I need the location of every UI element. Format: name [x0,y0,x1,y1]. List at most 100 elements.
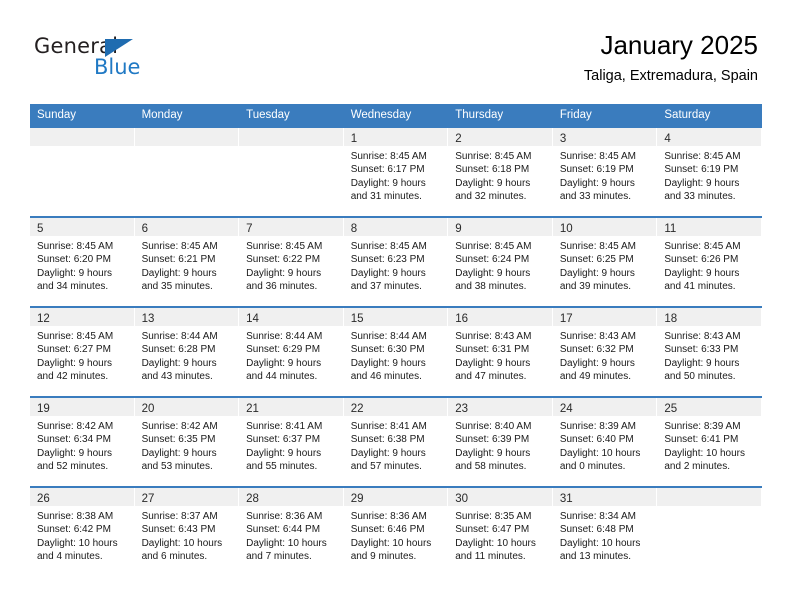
calendar-day-cell[interactable]: 2 Sunrise: 8:45 AM Sunset: 6:18 PM Daylight… [448,126,553,217]
sunrise-text: Sunrise: 8:36 AM [350,511,427,522]
daylight-text-line1: Daylight: 9 hours [246,447,322,459]
sunset-text: Sunset: 6:24 PM [455,254,530,266]
calendar-day-cell[interactable]: 3 Sunrise: 8:45 AM Sunset: 6:19 PM Daylight… [552,126,658,217]
day-number: 12 [37,313,50,325]
day-cell-body: Sunrise: 8:40 AM Sunset: 6:39 PM Daylight:… [448,416,553,473]
day-cell-body: Sunrise: 8:44 AM Sunset: 6:30 PM Daylight:… [344,326,449,383]
day-number: 6 [141,223,148,235]
daylight-text-line1: Daylight: 9 hours [37,357,113,369]
day-number-band: 15 [343,308,449,326]
day-number: 1 [350,133,358,145]
day-number: 19 [37,403,50,415]
calendar-day-cell[interactable]: 21 Sunrise: 8:41 AM Sunset: 6:37 PM Dayligh… [239,396,344,487]
weekday-header-monday: Monday [134,104,240,127]
calendar-day-cell[interactable]: 18 Sunrise: 8:43 AM Sunset: 6:33 PM Dayligh… [657,306,762,397]
sunrise-text: Sunrise: 8:45 AM [455,151,532,162]
day-cell-body: Sunrise: 8:45 AM Sunset: 6:26 PM Daylight:… [657,236,762,293]
calendar-day-cell[interactable]: 9 Sunrise: 8:45 AM Sunset: 6:24 PM Daylight… [448,216,553,307]
sunrise-text: Sunrise: 8:44 AM [246,331,323,342]
sunrise-text: Sunrise: 8:35 AM [455,511,532,522]
calendar-day-cell[interactable]: 29 Sunrise: 8:36 AM Sunset: 6:46 PM Dayligh… [343,486,449,576]
day-cell-body: Sunrise: 8:45 AM Sunset: 6:27 PM Daylight:… [30,326,135,383]
calendar-day-cell[interactable]: 22 Sunrise: 8:41 AM Sunset: 6:38 PM Dayligh… [343,396,449,487]
sunrise-text: Sunrise: 8:45 AM [559,241,636,252]
day-cell-body: Sunrise: 8:45 AM Sunset: 6:17 PM Daylight:… [344,146,449,203]
sunrise-text: Sunrise: 8:43 AM [559,331,636,342]
calendar-day-cell[interactable]: 8 Sunrise: 8:45 AM Sunset: 6:23 PM Daylight… [343,216,449,307]
calendar-day-cell[interactable]: 28 Sunrise: 8:36 AM Sunset: 6:44 PM Dayligh… [239,486,344,576]
day-cell-body: Sunrise: 8:43 AM Sunset: 6:31 PM Daylight:… [448,326,553,383]
daylight-text-line1: Daylight: 10 hours [141,537,223,549]
day-number-band: 3 [552,128,658,146]
sunset-text: Sunset: 6:34 PM [37,434,111,446]
daylight-text-line2: and 0 minutes. [559,460,626,472]
sunrise-text: Sunrise: 8:45 AM [246,241,323,252]
sunset-text: Sunset: 6:26 PM [664,254,739,266]
calendar-day-cell[interactable]: 12 Sunrise: 8:45 AM Sunset: 6:27 PM Dayligh… [30,306,135,397]
calendar-day-cell[interactable]: 26 Sunrise: 8:38 AM Sunset: 6:42 PM Dayligh… [30,486,135,576]
day-number-band: 6 [134,218,240,236]
day-number-band: 7 [239,218,344,236]
day-number: 20 [141,403,155,415]
day-number-band: 11 [657,218,762,236]
day-cell-body: Sunrise: 8:36 AM Sunset: 6:44 PM Daylight:… [239,506,344,563]
day-cell-body: Sunrise: 8:45 AM Sunset: 6:19 PM Daylight:… [657,146,762,203]
day-number-band: 2 [448,128,553,146]
daylight-text-line1: Daylight: 9 hours [664,267,740,279]
day-cell-body: Sunrise: 8:45 AM Sunset: 6:23 PM Daylight:… [344,236,449,293]
day-number-band: 8 [343,218,449,236]
day-cell-body: Sunrise: 8:45 AM Sunset: 6:25 PM Daylight:… [553,236,658,293]
calendar-day-cell[interactable]: 7 Sunrise: 8:45 AM Sunset: 6:22 PM Daylight… [239,216,344,307]
day-number: 28 [246,493,259,505]
daylight-text-line2: and 42 minutes. [37,370,109,382]
daylight-text-line2: and 2 minutes. [664,460,730,472]
sunset-text: Sunset: 6:37 PM [246,434,321,446]
day-cell-body: Sunrise: 8:42 AM Sunset: 6:35 PM Daylight:… [135,416,240,473]
sunrise-text: Sunrise: 8:42 AM [37,421,114,432]
sunrise-text: Sunrise: 8:44 AM [350,331,427,342]
day-cell-body: Sunrise: 8:41 AM Sunset: 6:38 PM Daylight:… [344,416,449,473]
sunset-text: Sunset: 6:38 PM [350,434,425,446]
calendar-day-cell-empty [30,126,135,217]
day-cell-body [135,146,240,150]
daylight-text-line1: Daylight: 9 hours [141,267,217,279]
day-number: 9 [455,223,462,235]
day-cell-body: Sunrise: 8:42 AM Sunset: 6:34 PM Daylight:… [30,416,135,473]
calendar-day-cell[interactable]: 27 Sunrise: 8:37 AM Sunset: 6:43 PM Dayligh… [134,486,240,576]
day-cell-body: Sunrise: 8:44 AM Sunset: 6:29 PM Daylight:… [239,326,344,383]
calendar-day-cell[interactable]: 24 Sunrise: 8:39 AM Sunset: 6:40 PM Dayligh… [552,396,658,487]
sunset-text: Sunset: 6:19 PM [664,164,739,176]
daylight-text-line2: and 34 minutes. [37,280,109,292]
calendar-day-cell[interactable]: 16 Sunrise: 8:43 AM Sunset: 6:31 PM Dayligh… [448,306,553,397]
calendar-day-cell[interactable]: 25 Sunrise: 8:39 AM Sunset: 6:41 PM Dayligh… [657,396,762,487]
calendar-day-cell[interactable]: 30 Sunrise: 8:35 AM Sunset: 6:47 PM Dayligh… [448,486,553,576]
calendar-day-cell-empty [657,486,762,576]
day-number-band [134,128,240,146]
calendar-day-cell[interactable]: 17 Sunrise: 8:43 AM Sunset: 6:32 PM Dayligh… [552,306,658,397]
day-number: 23 [455,403,469,415]
sunrise-text: Sunrise: 8:45 AM [559,151,636,162]
calendar-day-cell[interactable]: 14 Sunrise: 8:44 AM Sunset: 6:29 PM Dayligh… [239,306,344,397]
calendar-day-cell[interactable]: 15 Sunrise: 8:44 AM Sunset: 6:30 PM Dayligh… [343,306,449,397]
calendar-day-cell[interactable]: 5 Sunrise: 8:45 AM Sunset: 6:20 PM Daylight… [30,216,135,307]
calendar-day-cell[interactable]: 31 Sunrise: 8:34 AM Sunset: 6:48 PM Dayligh… [552,486,658,576]
daylight-text-line2: and 7 minutes. [246,550,312,562]
daylight-text-line1: Daylight: 9 hours [350,357,426,369]
sunrise-text: Sunrise: 8:36 AM [246,511,323,522]
calendar-day-cell[interactable]: 10 Sunrise: 8:45 AM Sunset: 6:25 PM Dayligh… [552,216,658,307]
calendar-day-cell[interactable]: 19 Sunrise: 8:42 AM Sunset: 6:34 PM Dayligh… [30,396,135,487]
calendar-day-cell[interactable]: 11 Sunrise: 8:45 AM Sunset: 6:26 PM Dayligh… [657,216,762,307]
calendar-day-cell[interactable]: 1 Sunrise: 8:45 AM Sunset: 6:17 PM Daylight… [343,126,449,217]
sunrise-text: Sunrise: 8:38 AM [37,511,114,522]
daylight-text-line2: and 11 minutes. [455,550,526,562]
day-cell-body: Sunrise: 8:34 AM Sunset: 6:48 PM Daylight:… [553,506,658,563]
day-cell-body: Sunrise: 8:41 AM Sunset: 6:37 PM Daylight:… [239,416,344,473]
weekday-header-saturday: Saturday [657,104,762,127]
day-number-band: 4 [657,128,762,146]
calendar-day-cell[interactable]: 13 Sunrise: 8:44 AM Sunset: 6:28 PM Dayligh… [134,306,240,397]
calendar-day-cell[interactable]: 4 Sunrise: 8:45 AM Sunset: 6:19 PM Daylight… [657,126,762,217]
calendar-day-cell[interactable]: 23 Sunrise: 8:40 AM Sunset: 6:39 PM Dayligh… [448,396,553,487]
calendar-day-cell[interactable]: 20 Sunrise: 8:42 AM Sunset: 6:35 PM Dayligh… [134,396,240,487]
day-number: 18 [664,313,678,325]
calendar-day-cell[interactable]: 6 Sunrise: 8:45 AM Sunset: 6:21 PM Daylight… [134,216,240,307]
